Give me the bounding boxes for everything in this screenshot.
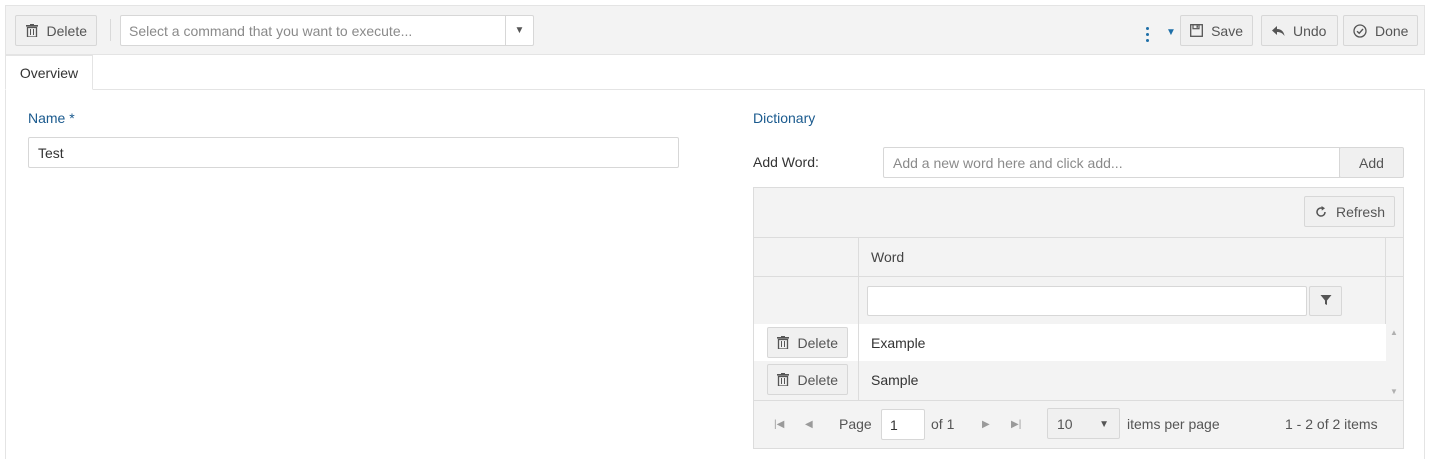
next-page-icon[interactable]: ▶ xyxy=(982,419,990,430)
trash-icon xyxy=(777,373,790,387)
save-button[interactable]: Save xyxy=(1180,15,1253,46)
filter-icon xyxy=(1320,293,1332,309)
done-button[interactable]: Done xyxy=(1343,15,1418,46)
refresh-button[interactable]: Refresh xyxy=(1304,196,1395,227)
row-delete-label: Delete xyxy=(797,371,838,388)
row-delete-button[interactable]: Delete xyxy=(767,364,848,395)
save-button-label: Save xyxy=(1211,22,1243,39)
check-circle-icon xyxy=(1353,23,1367,38)
page-count-label: of 1 xyxy=(931,416,955,432)
first-page-icon[interactable]: |◀ xyxy=(774,419,784,430)
scroll-down-icon[interactable]: ▼ xyxy=(1390,387,1398,396)
word-filter-input[interactable] xyxy=(867,286,1307,316)
column-header-word[interactable]: Word xyxy=(871,249,904,265)
page-size-select[interactable]: 10 ▼ xyxy=(1047,408,1120,439)
last-page-icon[interactable]: ▶| xyxy=(1011,419,1021,430)
name-label: Name * xyxy=(28,110,75,126)
page-label: Page xyxy=(839,416,872,432)
word-cell: Example xyxy=(871,334,926,351)
delete-button-label: Delete xyxy=(46,22,87,39)
tab-strip: Overview xyxy=(5,55,1425,90)
command-toolbar: Delete ▼ ▼ Save Undo Done xyxy=(5,5,1425,55)
scroll-up-icon[interactable]: ▲ xyxy=(1390,328,1398,337)
trash-icon xyxy=(777,336,790,350)
table-row[interactable]: Delete Sample xyxy=(754,361,1386,400)
previous-page-icon[interactable]: ◀ xyxy=(805,419,813,430)
page-number-input[interactable] xyxy=(881,409,925,440)
more-options-icon[interactable] xyxy=(1143,27,1151,45)
caret-down-icon[interactable]: ▼ xyxy=(1166,27,1176,38)
dictionary-grid: Refresh Word Delete Example Delete Sampl… xyxy=(753,187,1404,449)
page-size-value: 10 xyxy=(1057,415,1073,432)
filter-button[interactable] xyxy=(1309,286,1342,316)
undo-button[interactable]: Undo xyxy=(1261,15,1338,46)
add-word-label: Add Word: xyxy=(753,154,819,170)
tab-overview[interactable]: Overview xyxy=(5,55,93,90)
grid-header-row: Word xyxy=(754,237,1403,277)
undo-button-label: Undo xyxy=(1293,22,1327,39)
table-row[interactable]: Delete Example xyxy=(754,324,1386,361)
chevron-down-icon[interactable]: ▼ xyxy=(505,16,533,45)
grid-scrollbar[interactable]: ▲ ▼ xyxy=(1386,324,1403,400)
add-button[interactable]: Add xyxy=(1339,147,1404,178)
trash-icon xyxy=(25,24,39,38)
word-cell: Sample xyxy=(871,371,919,388)
row-delete-button[interactable]: Delete xyxy=(767,327,848,358)
dictionary-label: Dictionary xyxy=(753,110,816,126)
grid-pager: |◀ ◀ Page of 1 ▶ ▶| 10 ▼ items per page … xyxy=(754,400,1403,448)
command-input[interactable] xyxy=(121,16,506,45)
row-delete-label: Delete xyxy=(797,334,838,351)
name-input[interactable] xyxy=(28,137,679,168)
undo-icon xyxy=(1271,24,1285,38)
refresh-icon xyxy=(1314,205,1328,219)
add-word-input[interactable] xyxy=(883,147,1340,178)
toolbar-separator xyxy=(110,19,111,41)
floppy-disk-icon xyxy=(1190,24,1203,38)
items-summary: 1 - 2 of 2 items xyxy=(1285,416,1378,432)
done-button-label: Done xyxy=(1375,22,1409,39)
refresh-button-label: Refresh xyxy=(1335,203,1385,220)
chevron-down-icon: ▼ xyxy=(1099,419,1109,430)
grid-filter-row xyxy=(754,276,1403,325)
items-per-page-label: items per page xyxy=(1127,416,1220,432)
delete-button[interactable]: Delete xyxy=(15,15,97,46)
command-combobox[interactable]: ▼ xyxy=(120,15,534,46)
